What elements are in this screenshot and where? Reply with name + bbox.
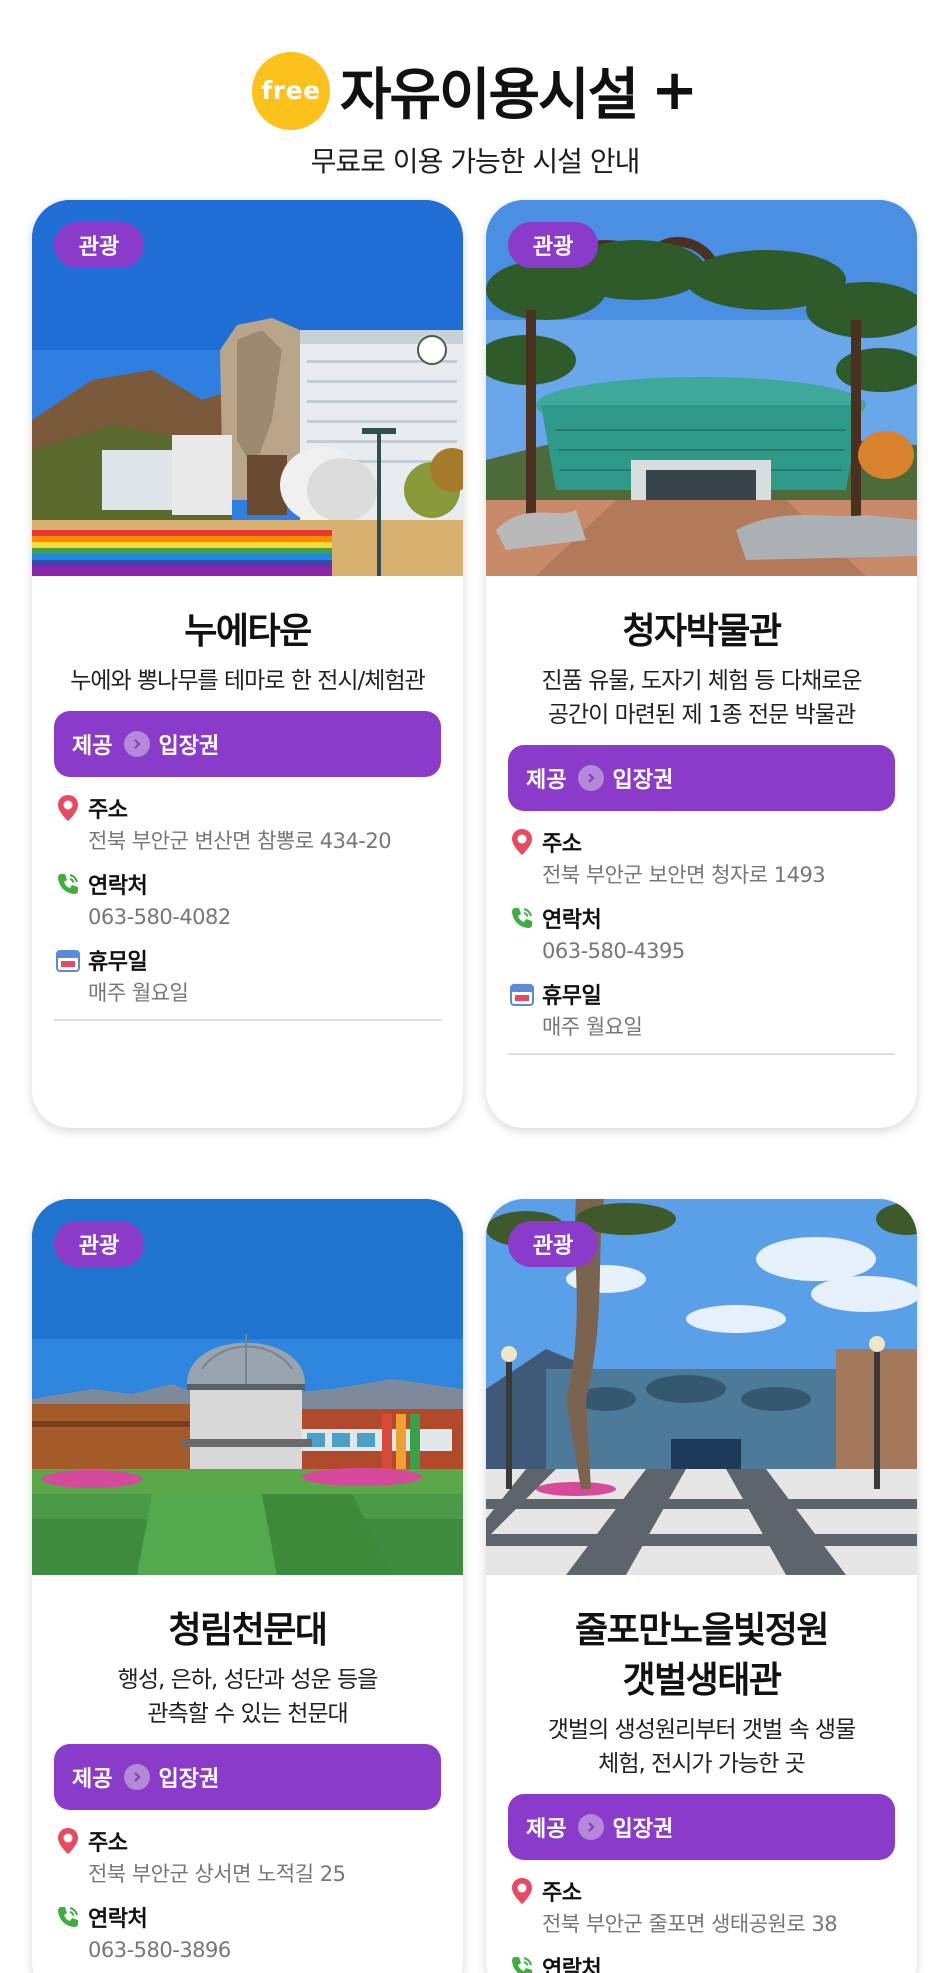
plus-icon: + [651,58,699,123]
offer-value: 입장권 [158,734,220,759]
facility-name-line: 갯벌생태관 [622,1660,782,1701]
closed-value: 매주 월요일 [88,981,189,1005]
phone-icon [508,1953,536,1973]
facility-card-tidal-flat-center[interactable]: 관광 줄포만노을빛정원 갯벌생태관 갯벌의 생성원리부터 갯벌 속 생물 체험,… [486,1199,917,1973]
description-line: 행성, 은하, 성단과 성운 등을 [117,1667,379,1693]
closed-label: 휴무일 [542,984,602,1009]
offer-bar[interactable]: 제공 입장권 [54,1744,441,1810]
address-row: 주소 전북 부안군 보안면 청자로 1493 [508,825,895,891]
description-line: 공간이 마련된 제 1종 전문 박물관 [547,702,856,728]
address-label: 주소 [88,1831,128,1856]
facility-description: 갯벌의 생성원리부터 갯벌 속 생물 체험, 전시가 가능한 곳 [486,1713,917,1781]
category-badge: 관광 [54,222,144,268]
page-header: free 자유이용시설 + 무료로 이용 가능한 시설 안내 [0,0,950,200]
chevron-right-icon [578,1814,605,1840]
info-list: 주소 전북 부안군 보안면 청자로 1493 연락처 063-580-4395 [508,825,895,1043]
category-badge: 관광 [508,222,598,268]
page-title: 자유이용시설 [339,63,639,128]
address-label: 주소 [542,832,582,857]
calendar-icon [54,946,82,974]
divider [54,1019,441,1021]
chevron-right-icon [578,765,605,791]
phone-icon [54,870,82,898]
facility-name: 청자박물관 [622,611,782,652]
free-badge: free [251,51,330,130]
facility-card-nueytown[interactable]: 관광 누에타운 누에와 뽕나무를 테마로 한 전시/체험관 제공 입장권 주소 … [32,200,463,1128]
address-row: 주소 전북 부안군 줄포면 생태공원로 38 [508,1874,895,1940]
title-row: free 자유이용시설 + [0,50,950,131]
phone-row: 연락처 [508,1950,895,1973]
address-label: 주소 [88,798,128,823]
location-pin-icon [508,1877,536,1905]
facility-description: 누에와 뽕나무를 테마로 한 전시/체험관 [32,664,463,698]
offer-bar[interactable]: 제공 입장권 [508,745,895,811]
divider [508,1053,895,1055]
phone-icon [54,1903,82,1931]
offer-bar[interactable]: 제공 입장권 [54,711,441,777]
facility-card-celadon-museum[interactable]: 관광 청자박물관 진품 유물, 도자기 체험 등 다채로운 공간이 마련된 제 … [486,200,917,1128]
facility-card-observatory[interactable]: 관광 청림천문대 행성, 은하, 성단과 성운 등을 관측할 수 있는 천문대 … [32,1199,463,1973]
description-line: 진품 유물, 도자기 체험 등 다채로운 [541,668,862,694]
description-line: 갯벌의 생성원리부터 갯벌 속 생물 [547,1717,856,1743]
card-body: 누에타운 누에와 뽕나무를 테마로 한 전시/체험관 제공 입장권 주소 전북 … [32,576,463,1021]
page-subtitle: 무료로 이용 가능한 시설 안내 [310,145,641,178]
calendar-icon [508,980,536,1008]
description-line: 누에와 뽕나무를 테마로 한 전시/체험관 [70,668,426,694]
card-body: 청자박물관 진품 유물, 도자기 체험 등 다채로운 공간이 마련된 제 1종 … [486,576,917,1055]
card-body: 줄포만노을빛정원 갯벌생태관 갯벌의 생성원리부터 갯벌 속 생물 체험, 전시… [486,1575,917,1973]
phone-value[interactable]: 063-580-3896 [54,1934,441,1966]
facility-name: 청림천문대 [168,1610,328,1651]
facility-description: 진품 유물, 도자기 체험 등 다채로운 공간이 마련된 제 1종 전문 박물관 [486,664,917,732]
category-badge: 관광 [54,1221,144,1267]
phone-value[interactable]: 063-580-4082 [54,901,441,933]
address-value: 전북 부안군 줄포면 생태공원로 38 [542,1912,838,1936]
address-value: 전북 부안군 보안면 청자로 1493 [542,863,826,887]
offer-label: 제공 [72,734,113,759]
description-line: 관측할 수 있는 천문대 [147,1701,348,1727]
card-body: 청림천문대 행성, 은하, 성단과 성운 등을 관측할 수 있는 천문대 제공 … [32,1575,463,1973]
closed-row: 휴무일 매주 월요일 [54,943,441,1009]
phone-label: 연락처 [542,1957,602,1973]
address-row: 주소 전북 부안군 상서면 노적길 25 [54,1824,441,1890]
closed-label: 휴무일 [88,950,148,975]
offer-value: 입장권 [158,1767,220,1792]
category-badge: 관광 [508,1221,598,1267]
phone-label: 연락처 [542,908,602,933]
offer-bar[interactable]: 제공 입장권 [508,1794,895,1860]
closed-value: 매주 월요일 [542,1015,643,1039]
address-label: 주소 [542,1881,582,1906]
phone-label: 연락처 [88,874,148,899]
info-list: 주소 전북 부안군 줄포면 생태공원로 38 연락처 [508,1874,895,1973]
location-pin-icon [54,794,82,822]
phone-icon [508,904,536,932]
facility-name-line: 줄포만노을빛정원 [575,1610,829,1651]
phone-row: 연락처 063-580-4082 [54,867,441,933]
location-pin-icon [54,1827,82,1855]
chevron-right-icon [124,1764,151,1790]
offer-label: 제공 [526,768,567,793]
facility-name: 누에타운 [184,611,312,652]
address-row: 주소 전북 부안군 변산면 참뽕로 434-20 [54,791,441,857]
info-list: 주소 전북 부안군 상서면 노적길 25 연락처 063-580-3896 [54,1824,441,1966]
facility-description: 행성, 은하, 성단과 성운 등을 관측할 수 있는 천문대 [32,1663,463,1731]
address-value: 전북 부안군 변산면 참뽕로 434-20 [88,829,392,853]
phone-row: 연락처 063-580-4395 [508,901,895,967]
address-value: 전북 부안군 상서면 노적길 25 [88,1862,346,1886]
description-line: 체험, 전시가 가능한 곳 [598,1751,806,1777]
phone-row: 연락처 063-580-3896 [54,1900,441,1966]
offer-label: 제공 [526,1817,567,1842]
facility-name: 줄포만노을빛정원 갯벌생태관 [486,1611,917,1701]
offer-value: 입장권 [612,1817,674,1842]
phone-value[interactable]: 063-580-4395 [508,935,895,967]
info-list: 주소 전북 부안군 변산면 참뽕로 434-20 연락처 063-580-408… [54,791,441,1009]
chevron-right-icon [124,731,151,757]
offer-label: 제공 [72,1767,113,1792]
phone-label: 연락처 [88,1907,148,1932]
offer-value: 입장권 [612,768,674,793]
closed-row: 휴무일 매주 월요일 [508,977,895,1043]
location-pin-icon [508,828,536,856]
